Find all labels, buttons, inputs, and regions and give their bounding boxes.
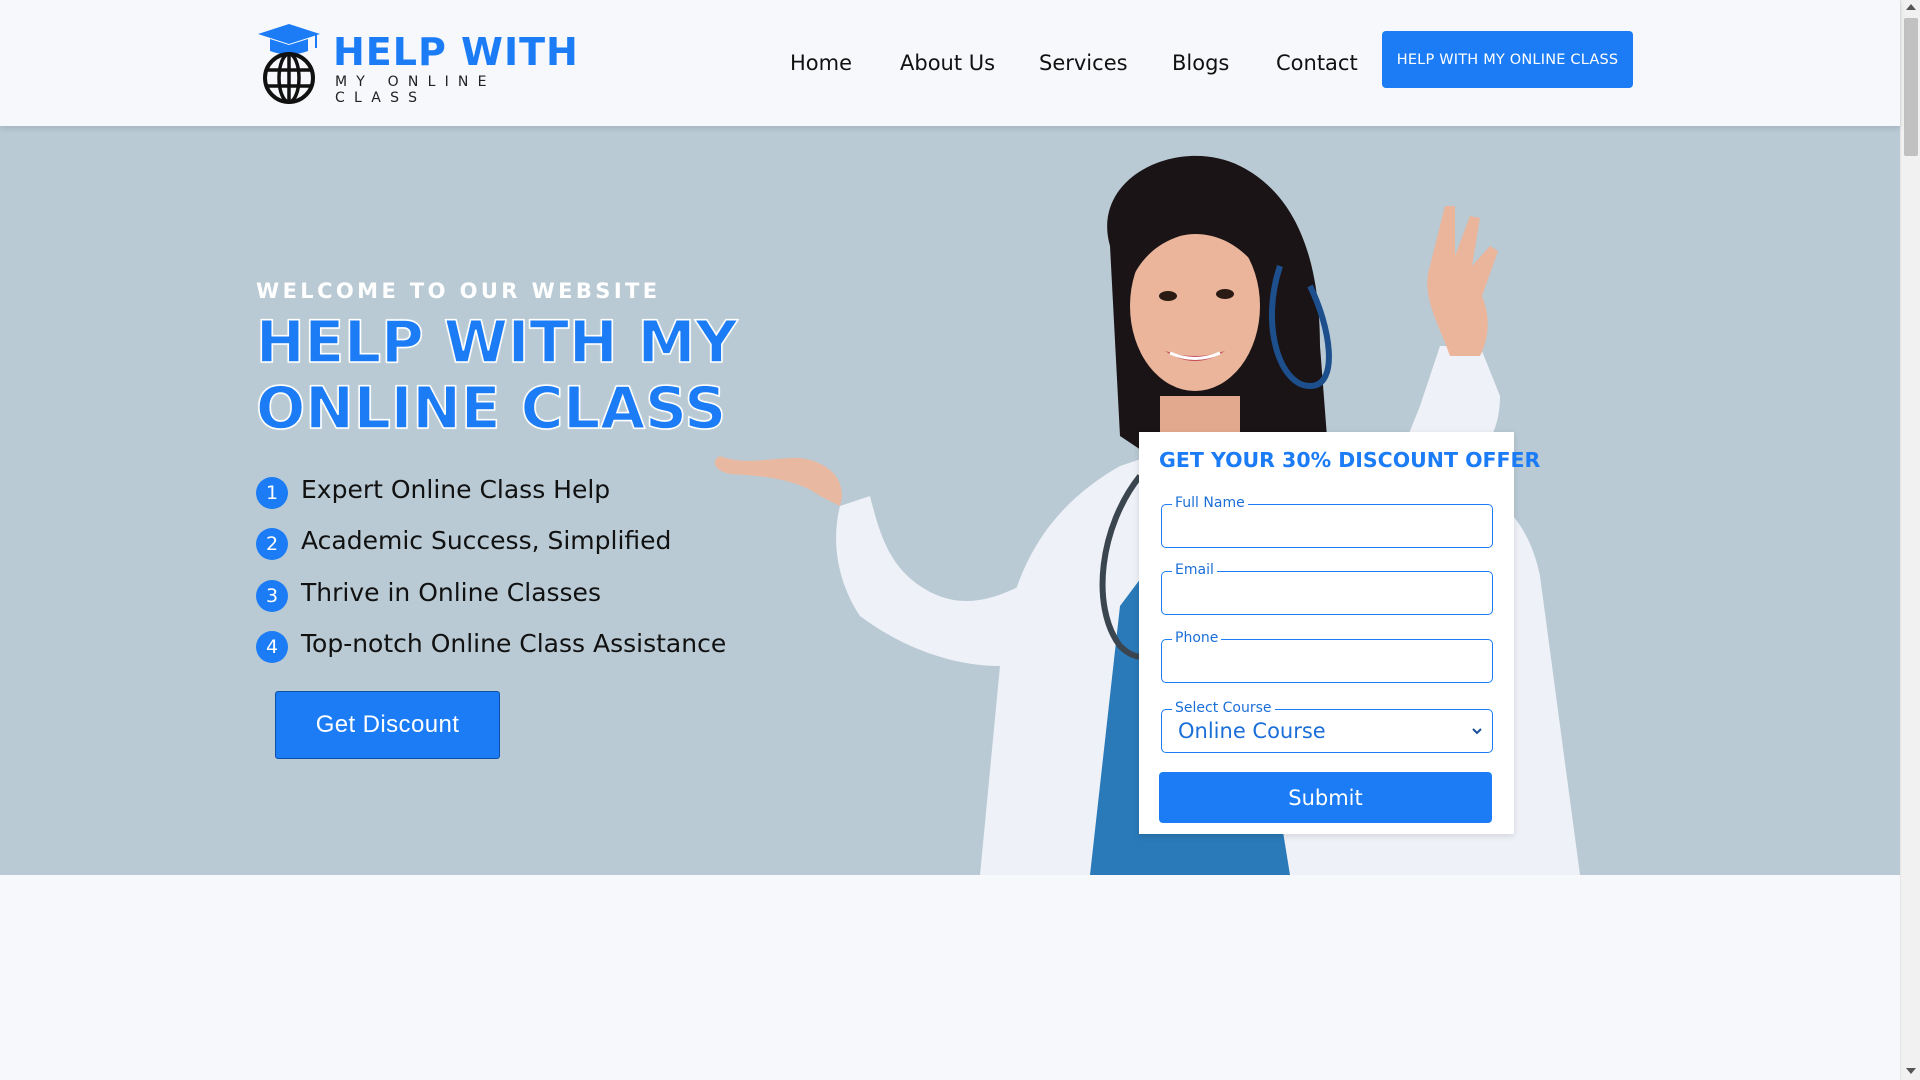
- nav-home[interactable]: Home: [790, 50, 852, 76]
- get-discount-button[interactable]: Get Discount: [275, 691, 500, 759]
- vertical-scrollbar[interactable]: [1900, 0, 1920, 1080]
- phone-label: Phone: [1172, 629, 1222, 647]
- site-header: HELP WITH MY ONLINE CLASS Home About Us …: [0, 0, 1900, 126]
- logo-title: HELP WITH: [333, 30, 579, 74]
- number-badge: 1: [256, 476, 288, 509]
- full-name-label: Full Name: [1172, 494, 1248, 512]
- feature-item: 2 Academic Success, Simplified: [256, 516, 726, 568]
- course-select[interactable]: Select Course Online Course: [1161, 699, 1493, 753]
- nav-services[interactable]: Services: [1039, 50, 1128, 76]
- nav-contact[interactable]: Contact: [1276, 50, 1358, 76]
- scroll-down-arrow-icon[interactable]: [1906, 1068, 1916, 1074]
- chevron-down-icon: [1472, 728, 1482, 735]
- feature-text: Expert Online Class Help: [301, 474, 611, 504]
- nav-blogs[interactable]: Blogs: [1172, 50, 1229, 76]
- feature-text: Academic Success, Simplified: [301, 526, 672, 556]
- hero-section: WELCOME TO OUR WEBSITE HELP WITH MY ONLI…: [0, 126, 1900, 875]
- feature-text: Top-notch Online Class Assistance: [301, 629, 727, 659]
- feature-item: 1 Expert Online Class Help: [256, 464, 726, 516]
- full-name-field[interactable]: Full Name: [1161, 494, 1493, 548]
- number-badge: 2: [256, 528, 288, 561]
- course-selected-value: Online Course: [1178, 719, 1326, 743]
- nav-about-us[interactable]: About Us: [900, 50, 995, 76]
- features-list: 1 Expert Online Class Help 2 Academic Su…: [256, 464, 726, 670]
- phone-field[interactable]: Phone: [1161, 629, 1493, 683]
- course-label: Select Course: [1172, 699, 1275, 717]
- scroll-up-arrow-icon[interactable]: [1906, 4, 1916, 10]
- form-title: GET YOUR 30% DISCOUNT OFFER: [1159, 448, 1541, 472]
- email-label: Email: [1172, 561, 1217, 579]
- feature-item: 3 Thrive in Online Classes: [256, 567, 726, 619]
- number-badge: 3: [256, 579, 288, 612]
- scroll-thumb[interactable]: [1904, 18, 1918, 156]
- logo-subtitle: MY ONLINE CLASS: [335, 74, 496, 106]
- feature-text: Thrive in Online Classes: [301, 577, 601, 607]
- number-badge: 4: [256, 631, 288, 664]
- submit-button[interactable]: Submit: [1159, 772, 1492, 823]
- graduation-globe-logo-icon: [258, 24, 320, 104]
- welcome-text: WELCOME TO OUR WEBSITE: [256, 279, 661, 303]
- header-cta-button[interactable]: HELP WITH MY ONLINE CLASS: [1382, 31, 1633, 88]
- email-field[interactable]: Email: [1161, 561, 1493, 615]
- hero-title: HELP WITH MY ONLINE CLASS: [255, 308, 738, 442]
- feature-item: 4 Top-notch Online Class Assistance: [256, 619, 726, 671]
- discount-form: GET YOUR 30% DISCOUNT OFFER Full Name Em…: [1139, 432, 1540, 834]
- logo[interactable]: HELP WITH MY ONLINE CLASS: [256, 24, 596, 106]
